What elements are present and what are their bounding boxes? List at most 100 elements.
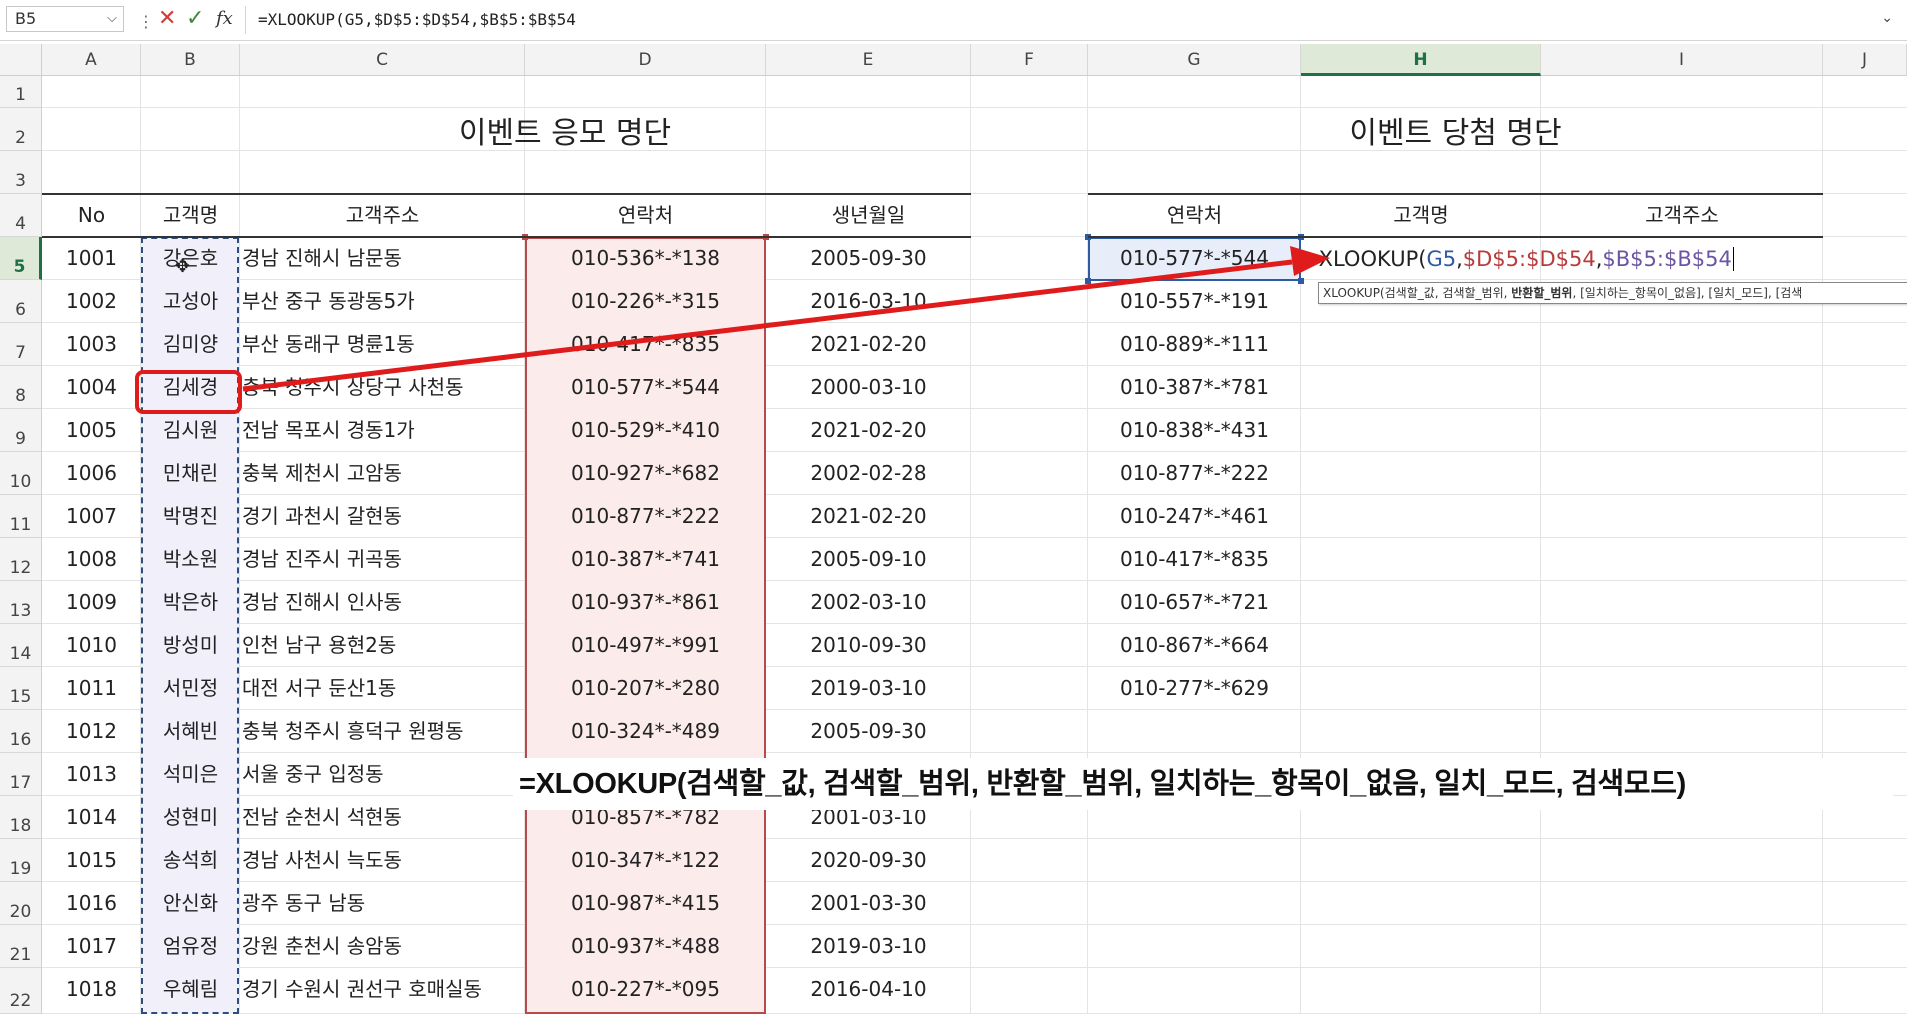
table-cell[interactable]: 010-417*-*835 xyxy=(525,323,766,366)
row-header-7[interactable]: 7 xyxy=(0,323,42,366)
contact-cell[interactable]: 010-867*-*664 xyxy=(1088,624,1301,667)
table-cell[interactable]: 010-937*-*861 xyxy=(525,581,766,624)
row-header-22[interactable]: 22 xyxy=(0,968,42,1014)
contact-cell[interactable]: 010-657*-*721 xyxy=(1088,581,1301,624)
table-cell[interactable]: 충북 청주시 상당구 사천동 xyxy=(242,366,527,409)
table-cell[interactable]: 경남 진해시 남문동 xyxy=(242,237,527,280)
row-header-8[interactable]: 8 xyxy=(0,366,42,409)
column-header-B[interactable]: B xyxy=(141,44,240,76)
table-cell[interactable]: 010-877*-*222 xyxy=(525,495,766,538)
table-cell[interactable]: 2005-09-30 xyxy=(766,710,971,753)
column-header-G[interactable]: G xyxy=(1088,44,1301,76)
table-cell[interactable]: 2019-03-10 xyxy=(766,925,971,968)
table-cell[interactable]: 010-226*-*315 xyxy=(525,280,766,323)
row-header-20[interactable]: 20 xyxy=(0,882,42,925)
row-header-1[interactable]: 1 xyxy=(0,76,42,108)
contact-cell[interactable]: 010-557*-*191 xyxy=(1088,280,1301,323)
table-cell[interactable]: 1011 xyxy=(42,667,141,710)
table-cell[interactable]: 1006 xyxy=(42,452,141,495)
table-cell[interactable]: 1012 xyxy=(42,710,141,753)
table-cell[interactable]: 1018 xyxy=(42,968,141,1011)
contact-cell[interactable]: 010-877*-*222 xyxy=(1088,452,1301,495)
table-cell[interactable]: 1007 xyxy=(42,495,141,538)
table-cell[interactable]: 강원 춘천시 송암동 xyxy=(242,925,527,968)
table-cell[interactable]: 2010-09-30 xyxy=(766,624,971,667)
table-cell[interactable]: 2000-03-10 xyxy=(766,366,971,409)
row-header-5[interactable]: 5 xyxy=(0,237,42,280)
table-cell[interactable]: 010-387*-*741 xyxy=(525,538,766,581)
table-cell[interactable]: 2005-09-10 xyxy=(766,538,971,581)
left-header-cell[interactable]: 고객명 xyxy=(141,194,240,237)
table-cell[interactable]: 2005-09-30 xyxy=(766,237,971,280)
table-cell[interactable]: 1004 xyxy=(42,366,141,409)
row-header-6[interactable]: 6 xyxy=(0,280,42,323)
row-header-11[interactable]: 11 xyxy=(0,495,42,538)
table-cell[interactable]: 김시원 xyxy=(141,409,240,452)
left-header-cell[interactable]: No xyxy=(42,194,141,237)
row-header-21[interactable]: 21 xyxy=(0,925,42,968)
table-cell[interactable]: 충북 청주시 흥덕구 원평동 xyxy=(242,710,527,753)
table-cell[interactable]: 010-937*-*488 xyxy=(525,925,766,968)
table-cell[interactable]: 010-497*-*991 xyxy=(525,624,766,667)
table-cell[interactable]: 1016 xyxy=(42,882,141,925)
table-cell[interactable]: 석미은 xyxy=(141,753,240,796)
table-cell[interactable]: 서민정 xyxy=(141,667,240,710)
cancel-icon[interactable]: ✕ xyxy=(158,6,176,31)
table-cell[interactable]: 2020-09-30 xyxy=(766,839,971,882)
function-tooltip[interactable]: XLOOKUP(검색할_값, 검색할_범위, 반환할_범위, [일치하는_항목이… xyxy=(1318,282,1907,304)
table-cell[interactable]: 1014 xyxy=(42,796,141,839)
table-cell[interactable]: 박소원 xyxy=(141,538,240,581)
contact-cell[interactable]: 010-247*-*461 xyxy=(1088,495,1301,538)
row-header-17[interactable]: 17 xyxy=(0,753,42,796)
table-cell[interactable]: 고성아 xyxy=(141,280,240,323)
table-cell[interactable]: 박은하 xyxy=(141,581,240,624)
row-header-3[interactable]: 3 xyxy=(0,151,42,194)
column-header-H[interactable]: H xyxy=(1301,44,1541,76)
table-cell[interactable]: 경남 진해시 인사동 xyxy=(242,581,527,624)
row-header-4[interactable]: 4 xyxy=(0,194,42,237)
right-header-cell[interactable]: 고객명 xyxy=(1301,194,1541,237)
table-cell[interactable]: 010-324*-*489 xyxy=(525,710,766,753)
table-cell[interactable]: 2016-04-10 xyxy=(766,968,971,1011)
table-cell[interactable]: 부산 중구 동광동5가 xyxy=(242,280,527,323)
column-header-F[interactable]: F xyxy=(971,44,1088,76)
table-cell[interactable]: 민채린 xyxy=(141,452,240,495)
table-cell[interactable]: 1002 xyxy=(42,280,141,323)
select-all-corner[interactable] xyxy=(0,44,42,76)
row-header-13[interactable]: 13 xyxy=(0,581,42,624)
table-cell[interactable]: 인천 남구 용현2동 xyxy=(242,624,527,667)
right-header-cell[interactable]: 고객주소 xyxy=(1541,194,1823,237)
enter-icon[interactable]: ✓ xyxy=(186,6,204,31)
row-header-19[interactable]: 19 xyxy=(0,839,42,882)
table-cell[interactable]: 엄유정 xyxy=(141,925,240,968)
table-cell[interactable]: 010-987*-*415 xyxy=(525,882,766,925)
table-cell[interactable]: 서울 중구 입정동 xyxy=(242,753,527,796)
column-header-E[interactable]: E xyxy=(766,44,971,76)
table-cell[interactable]: 경기 수원시 권선구 호매실동 xyxy=(242,968,527,1011)
column-header-C[interactable]: C xyxy=(240,44,525,76)
table-cell[interactable]: 경남 사천시 늑도동 xyxy=(242,839,527,882)
table-cell[interactable]: 전남 순천시 석현동 xyxy=(242,796,527,839)
left-header-cell[interactable]: 연락처 xyxy=(525,194,766,237)
row-header-15[interactable]: 15 xyxy=(0,667,42,710)
row-header-9[interactable]: 9 xyxy=(0,409,42,452)
row-header-14[interactable]: 14 xyxy=(0,624,42,667)
table-cell[interactable]: 010-536*-*138 xyxy=(525,237,766,280)
table-cell[interactable]: 우혜림 xyxy=(141,968,240,1011)
expand-formula-icon[interactable]: ⌄ xyxy=(1881,10,1893,26)
table-cell[interactable]: 전남 목포시 경동1가 xyxy=(242,409,527,452)
table-cell[interactable]: 2016-03-10 xyxy=(766,280,971,323)
table-cell[interactable]: 대전 서구 둔산1동 xyxy=(242,667,527,710)
table-cell[interactable]: 경기 과천시 갈현동 xyxy=(242,495,527,538)
table-cell[interactable]: 010-227*-*095 xyxy=(525,968,766,1011)
table-cell[interactable]: 2001-03-30 xyxy=(766,882,971,925)
column-header-J[interactable]: J xyxy=(1823,44,1907,76)
contact-cell[interactable]: 010-838*-*431 xyxy=(1088,409,1301,452)
chevron-down-icon[interactable]: ⌵ xyxy=(107,7,117,31)
row-header-16[interactable]: 16 xyxy=(0,710,42,753)
table-cell[interactable]: 1001 xyxy=(42,237,141,280)
table-cell[interactable]: 광주 동구 남동 xyxy=(242,882,527,925)
table-cell[interactable]: 1010 xyxy=(42,624,141,667)
table-cell[interactable]: 010-577*-*544 xyxy=(525,366,766,409)
table-cell[interactable]: 010-927*-*682 xyxy=(525,452,766,495)
